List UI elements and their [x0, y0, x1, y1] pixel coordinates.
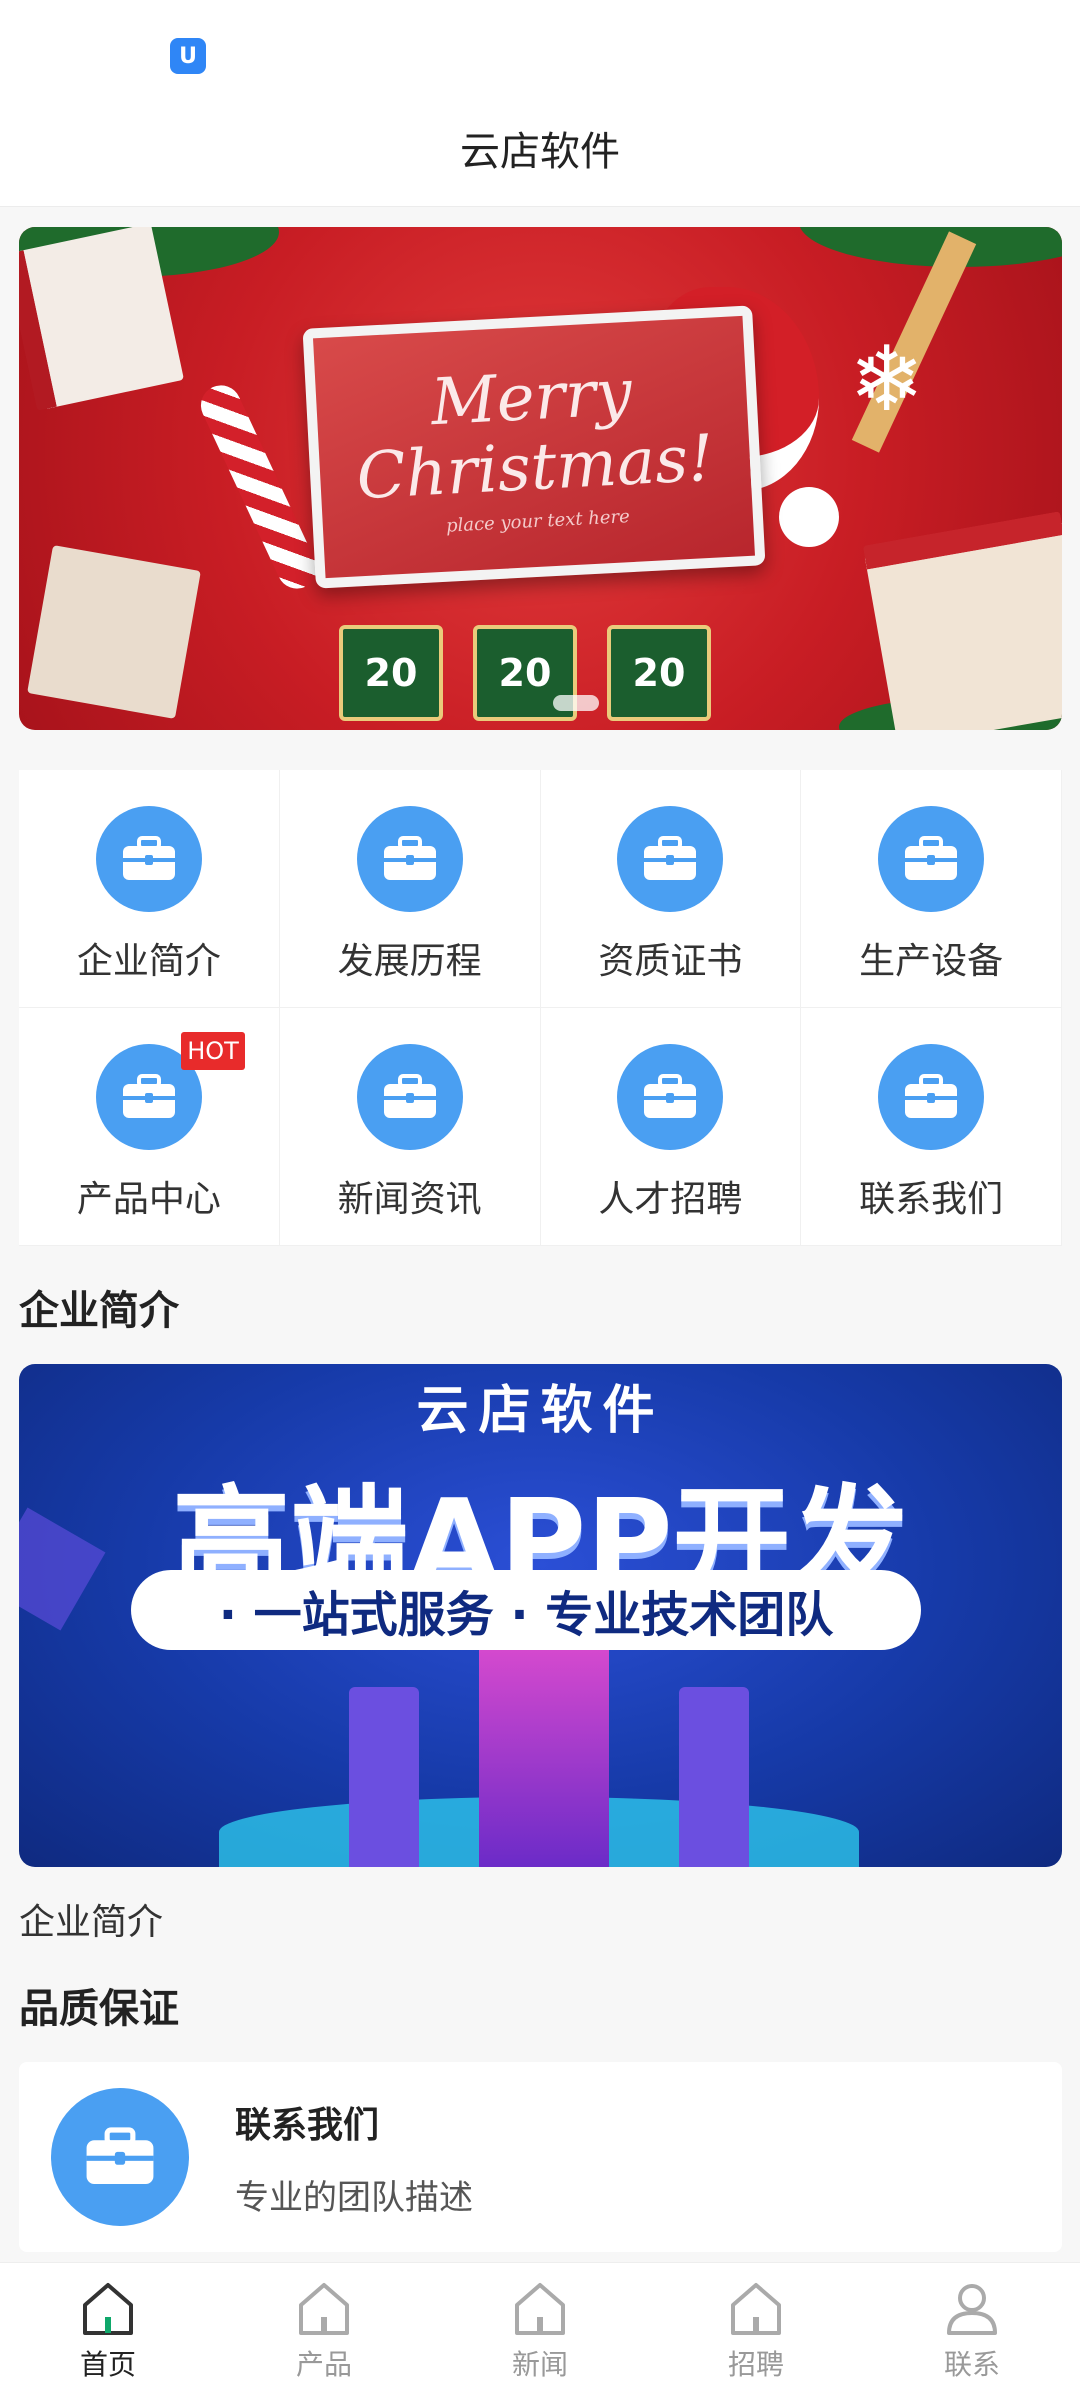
contact-card-title: 联系我们	[235, 2104, 380, 2146]
nav-label: 招聘	[727, 2348, 784, 2381]
grid-item-label: 产品中心	[76, 1179, 221, 1220]
tower-decoration	[679, 1687, 749, 1867]
nav-item-news[interactable]: 新闻	[432, 2263, 648, 2401]
intro-caption: 企业简介	[19, 1902, 164, 1943]
briefcase-icon	[878, 806, 985, 912]
grid-item-equipment[interactable]: 生产设备	[801, 770, 1062, 1008]
greeting-card: Merry Christmas! place your text here	[302, 305, 766, 589]
year-tiles: 20 20 20	[339, 625, 711, 721]
promo-tagline: · 一站式服务 · 专业技术团队	[131, 1570, 921, 1650]
year-tile: 20	[607, 625, 711, 721]
grid-item-label: 新闻资讯	[337, 1179, 482, 1220]
nav-item-home[interactable]: 首页	[0, 2263, 216, 2401]
grid-item-label: 人才招聘	[598, 1179, 743, 1220]
app-notification-icon: U	[170, 38, 206, 74]
promo-brand: 云店软件	[416, 1381, 665, 1441]
carousel-indicator[interactable]	[553, 695, 599, 711]
nav-item-products[interactable]: 产品	[216, 2263, 432, 2401]
contact-card-description: 专业的团队描述	[235, 2177, 473, 2218]
home-icon	[731, 2283, 781, 2335]
home-icon	[515, 2283, 565, 2335]
nav-item-recruitment[interactable]: 招聘	[648, 2263, 864, 2401]
briefcase-icon	[95, 806, 202, 912]
greeting-line-1: Merry	[429, 355, 634, 440]
home-icon	[83, 2283, 133, 2335]
tower-decoration	[349, 1687, 419, 1867]
bottom-nav: 首页 产品 新闻 招聘 联系	[0, 2262, 1080, 2401]
gift-box-decoration	[862, 511, 1062, 730]
year-tile: 20	[339, 625, 443, 721]
grid-item-contact[interactable]: 联系我们	[801, 1008, 1062, 1246]
feature-grid: 企业简介 发展历程 资质证书 生产设备 产品中心 新闻资讯 人才招聘 联系我们 …	[19, 770, 1062, 1246]
nav-label: 产品	[295, 2348, 352, 2381]
grid-item-label: 发展历程	[337, 941, 482, 982]
briefcase-icon	[617, 1044, 724, 1150]
greeting-subtext: place your text here	[445, 505, 631, 537]
contact-card[interactable]: 联系我们 专业的团队描述	[19, 2062, 1062, 2252]
hero-banner[interactable]: ❄ Merry Christmas! place your text here …	[19, 227, 1062, 730]
status-bar: U	[0, 0, 1080, 90]
briefcase-icon	[356, 806, 463, 912]
grid-item-label: 资质证书	[598, 941, 743, 982]
grid-item-certificates[interactable]: 资质证书	[540, 770, 802, 1008]
promo-banner[interactable]: 云店软件 高端APP开发 · 一站式服务 · 专业技术团队	[19, 1364, 1062, 1867]
hot-badge: HOT	[181, 1032, 245, 1070]
briefcase-icon	[356, 1044, 463, 1150]
santa-hat-ball	[779, 487, 839, 547]
pine-branch-decoration	[799, 227, 1062, 267]
grid-item-company-intro[interactable]: 企业简介	[19, 770, 280, 1008]
nav-label: 首页	[79, 2348, 136, 2381]
user-icon	[947, 2284, 997, 2335]
greeting-line-2: Christmas!	[354, 421, 716, 514]
grid-item-label: 联系我们	[859, 1179, 1004, 1220]
grid-item-news[interactable]: 新闻资讯	[279, 1008, 541, 1246]
page-title: 云店软件	[460, 129, 620, 175]
gift-box-decoration	[27, 545, 201, 719]
nav-item-contact[interactable]: 联系	[864, 2263, 1080, 2401]
briefcase-icon	[51, 2088, 189, 2226]
grid-item-recruitment[interactable]: 人才招聘	[540, 1008, 802, 1246]
candy-cane-decoration	[194, 378, 324, 596]
contact-card-text: 联系我们 专业的团队描述	[235, 2096, 473, 2219]
nav-label: 新闻	[511, 2348, 568, 2381]
briefcase-icon	[878, 1044, 985, 1150]
snowflake-icon: ❄	[849, 327, 925, 432]
nav-label: 联系	[943, 2348, 1000, 2381]
briefcase-icon	[617, 806, 724, 912]
grid-item-label: 企业简介	[76, 941, 221, 982]
section-title-intro: 企业简介	[19, 1288, 179, 1334]
home-icon	[299, 2283, 349, 2335]
app-header: 云店软件	[0, 90, 1080, 207]
grid-item-label: 生产设备	[859, 941, 1004, 982]
section-title-quality: 品质保证	[19, 1986, 179, 2032]
grid-item-history[interactable]: 发展历程	[279, 770, 541, 1008]
